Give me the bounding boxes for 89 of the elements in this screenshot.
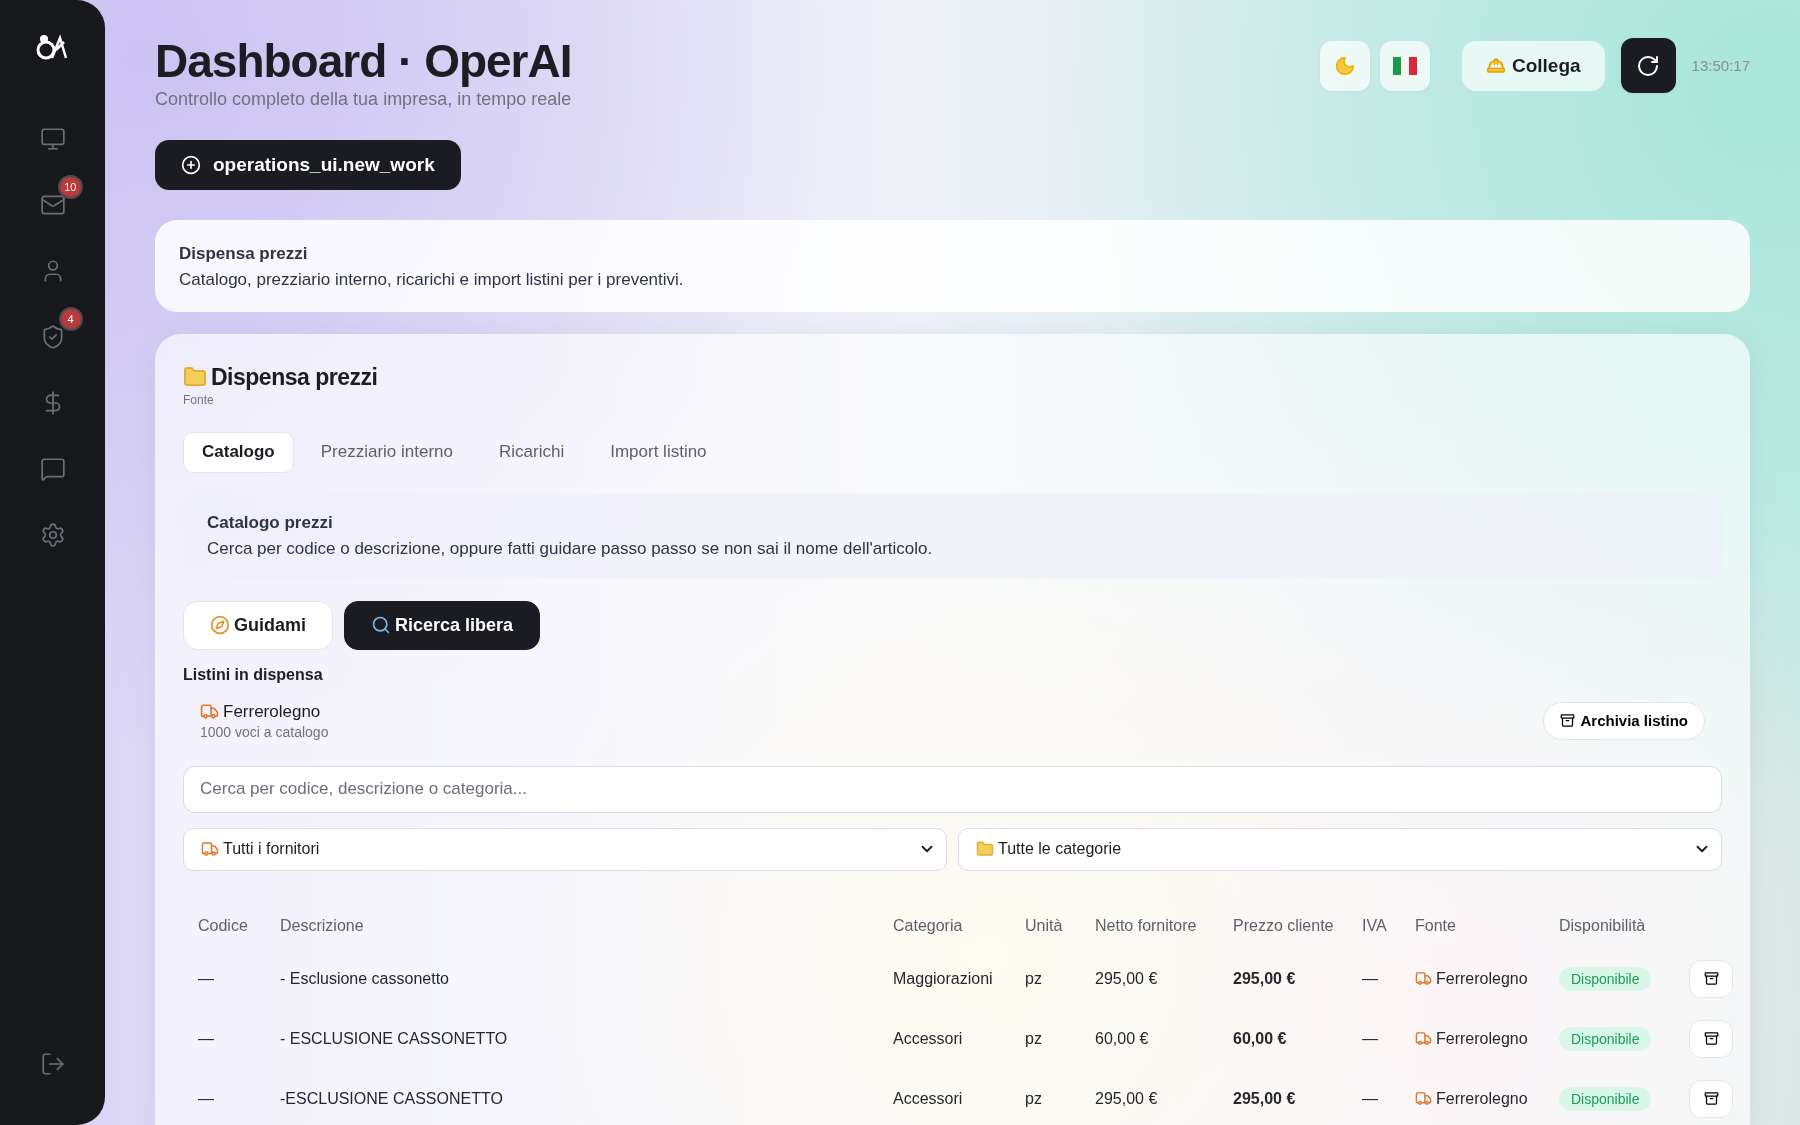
connect-button[interactable]: Collega	[1462, 40, 1605, 91]
tab[interactable]: Import listino	[591, 431, 726, 473]
refresh-button[interactable]	[1620, 38, 1676, 93]
table-cell-text: pz	[1025, 1029, 1043, 1048]
count-badge: 4	[60, 309, 81, 329]
folder-icon	[976, 840, 994, 859]
moon-icon	[1334, 54, 1356, 77]
table-cell-text: 295,00 €	[1095, 1089, 1159, 1108]
availability-tag: Disponibile	[1559, 1086, 1652, 1111]
table-cell-text: —	[198, 1089, 215, 1108]
truck-icon	[200, 702, 219, 722]
truck-icon	[1415, 1030, 1432, 1048]
language-button[interactable]	[1380, 40, 1430, 91]
table-cell-text: - ESCLUSIONE CASSONETTO	[280, 1029, 509, 1048]
table-cell-text: —	[1362, 969, 1379, 988]
source-text: Ferrerolegno	[1436, 969, 1528, 988]
search-icon	[371, 615, 391, 636]
logo-icon	[35, 32, 70, 62]
table-cell-text: - Esclusione cassonetto	[280, 969, 450, 988]
tab[interactable]: Catalogo	[183, 431, 294, 473]
section-text: Cerca per codice o descrizione, oppure fatti guidare passo passo se non sai il nome dell'articolo.	[207, 538, 934, 559]
table-cell-text: Maggiorazioni	[893, 969, 994, 988]
list-name: Ferrerolegno	[223, 701, 321, 722]
column-header: Unità	[1025, 916, 1064, 935]
refresh-icon	[1636, 53, 1661, 78]
source-text: Ferrerolegno	[1436, 1029, 1528, 1048]
table-cell-text: —	[1362, 1089, 1379, 1108]
tab[interactable]: Prezziario interno	[301, 431, 472, 473]
mode-button[interactable]: Ricerca libera	[344, 600, 541, 650]
table-cell-text: 60,00 €	[1233, 1029, 1288, 1048]
monitor-icon	[39, 126, 66, 152]
archive-icon	[1560, 713, 1576, 729]
page-subtitle: Controllo completo della tua impresa, in tempo reale	[155, 88, 572, 110]
column-header: Disponibilità	[1559, 916, 1647, 935]
table-cell-text: 295,00 €	[1233, 1089, 1297, 1108]
lists-title: Listini in dispensa	[183, 665, 324, 684]
archive-button[interactable]	[1689, 959, 1733, 998]
column-header: Netto fornitore	[1095, 916, 1198, 935]
column-header: IVA	[1362, 916, 1388, 935]
table-cell-text: —	[198, 1029, 215, 1048]
source-text: Ferrerolegno	[1436, 1089, 1528, 1108]
table-cell-text: —	[198, 969, 215, 988]
section-title: Catalogo prezzi	[207, 512, 334, 533]
archive-icon	[1703, 1091, 1719, 1107]
availability-tag: Disponibile	[1559, 966, 1652, 991]
truck-icon	[1415, 970, 1432, 988]
panel-caption: Fonte	[183, 392, 215, 407]
logout-icon	[39, 1051, 66, 1077]
archive-button[interactable]	[1689, 1019, 1733, 1058]
archive-list-button[interactable]: Archivia listino	[1543, 701, 1705, 740]
filter-select[interactable]: Tutte le categorie	[958, 827, 1722, 871]
truck-icon	[1415, 1090, 1432, 1108]
clock-time: 13:50:17	[1691, 57, 1750, 74]
column-header: Fonte	[1415, 916, 1457, 935]
search-field[interactable]: Cerca per codice, descrizione o categoria...	[183, 765, 1722, 813]
filter-select[interactable]: Tutti i fornitori	[183, 827, 947, 871]
table-cell-text: —	[1362, 1029, 1379, 1048]
column-header: Categoria	[893, 916, 964, 935]
column-header: Prezzo cliente	[1233, 916, 1335, 935]
truck-icon	[201, 840, 219, 859]
column-header: Descrizione	[280, 916, 365, 935]
settings-icon	[39, 522, 66, 548]
archive-button[interactable]	[1689, 1079, 1733, 1118]
table-cell-text: 295,00 €	[1233, 969, 1297, 988]
info-text: Catalogo, prezziario interno, ricarichi e import listini per i preventivi.	[179, 269, 685, 290]
compass-icon	[210, 615, 230, 636]
archive-icon	[1703, 1031, 1719, 1047]
plus-icon	[181, 154, 201, 175]
tab[interactable]: Ricarichi	[480, 431, 584, 473]
table-cell-text: 295,00 €	[1095, 969, 1159, 988]
archive-icon	[1703, 971, 1719, 987]
new-work-button[interactable]: operations_ui.new_work	[155, 139, 461, 190]
page-title: Dashboard · OperAI	[155, 36, 572, 87]
table-cell-text: Accessori	[893, 1089, 964, 1108]
table-cell-text: pz	[1025, 969, 1043, 988]
availability-tag: Disponibile	[1559, 1026, 1652, 1051]
flag-icon	[1393, 56, 1417, 75]
table-cell-text: Accessori	[893, 1029, 964, 1048]
table-cell-text: -ESCLUSIONE CASSONETTO	[280, 1089, 504, 1108]
column-header: Codice	[198, 916, 249, 935]
count-badge: 10	[60, 177, 81, 197]
panel-title: Dispensa prezzi	[211, 363, 378, 391]
mail-icon	[39, 192, 66, 218]
mode-button[interactable]: Guidami	[183, 600, 333, 650]
table-cell-text: pz	[1025, 1089, 1043, 1108]
info-title: Dispensa prezzi	[179, 243, 309, 264]
list-count: 1000 voci a catalogo	[200, 723, 329, 740]
chat-icon	[39, 456, 66, 482]
table-cell-text: 60,00 €	[1095, 1029, 1150, 1048]
